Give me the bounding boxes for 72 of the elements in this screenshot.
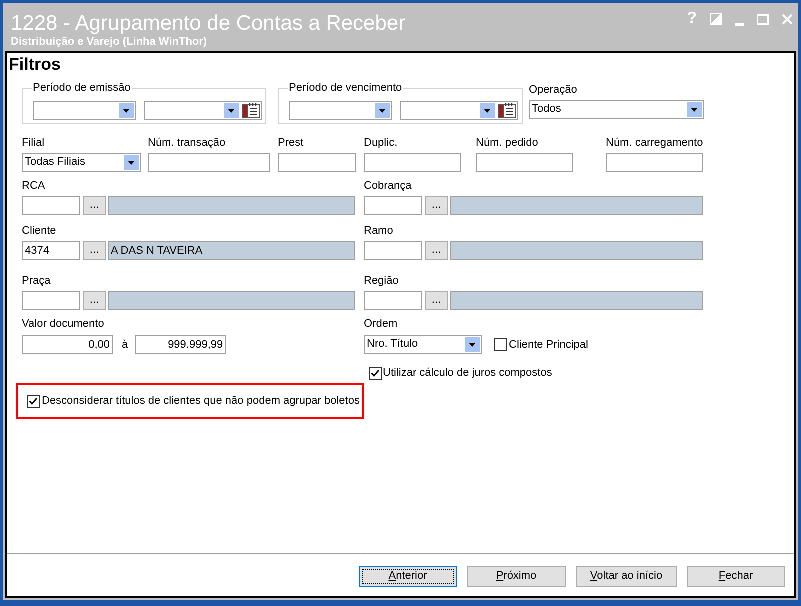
lookup-button[interactable]: ... — [425, 291, 448, 310]
calendar-icon[interactable] — [242, 103, 260, 118]
minimize-icon[interactable] — [735, 22, 744, 26]
lookup-button[interactable]: ... — [83, 291, 106, 310]
field-label: Cliente — [22, 224, 58, 238]
text-field[interactable] — [22, 196, 80, 215]
section-title: Filtros — [9, 55, 61, 75]
field-label: Ramo — [364, 224, 394, 238]
field-label: RCA — [22, 179, 46, 193]
checkbox[interactable] — [369, 366, 382, 380]
description-field[interactable] — [108, 196, 355, 215]
field-label: Região — [364, 274, 400, 288]
range-separator: à — [122, 338, 128, 352]
calendar-icon[interactable] — [498, 103, 516, 118]
close-button[interactable]: Fechar — [687, 566, 785, 587]
text-field[interactable] — [22, 291, 80, 310]
field-label: Prest — [278, 136, 305, 150]
description-field[interactable] — [450, 241, 703, 260]
lookup-button[interactable]: ... — [425, 196, 448, 215]
caret-icon[interactable] — [687, 102, 702, 117]
text-field[interactable]: 999.999,99 — [135, 335, 226, 354]
lookup-button[interactable]: ... — [83, 241, 106, 260]
checkbox[interactable] — [27, 394, 40, 408]
dropdown[interactable]: Todas Filiais — [22, 153, 141, 172]
text-field[interactable] — [148, 153, 270, 172]
checkbox[interactable] — [494, 338, 507, 351]
restart-button[interactable]: Voltar ao início — [576, 566, 677, 587]
window-title: 1228 - Agrupamento de Contas a Receber — [11, 12, 406, 36]
description-field[interactable] — [450, 196, 703, 215]
field-label: Duplic. — [364, 136, 399, 150]
dropdown[interactable]: Nro. Título — [364, 335, 482, 354]
text-field[interactable] — [364, 291, 422, 310]
field-label: Núm. transação — [148, 136, 227, 150]
caret-icon[interactable] — [224, 103, 239, 118]
caret-icon[interactable] — [480, 103, 495, 118]
field-label: Cobrança — [364, 179, 413, 193]
lookup-button[interactable]: ... — [83, 196, 106, 215]
description-field[interactable]: A DAS N TAVEIRA — [108, 241, 355, 260]
close-icon[interactable] — [782, 14, 793, 24]
text-field[interactable] — [364, 241, 422, 260]
dropdown[interactable]: Todos — [529, 100, 704, 119]
text-field[interactable] — [606, 153, 703, 172]
maximize-icon[interactable] — [757, 14, 769, 24]
field-label: Núm. carregamento — [606, 136, 704, 150]
description-field[interactable] — [108, 291, 355, 310]
text-field[interactable]: 0,00 — [22, 335, 113, 354]
checkbox-label[interactable]: Cliente Principal — [509, 338, 588, 352]
text-field[interactable] — [364, 196, 422, 215]
caret-icon[interactable] — [465, 337, 480, 352]
window-subtitle: Distribuição e Varejo (Linha WinThor) — [11, 36, 208, 49]
field-label: Filial — [22, 136, 46, 150]
dropdown[interactable] — [144, 101, 262, 120]
field-label: Praça — [22, 274, 52, 288]
text-field[interactable] — [278, 153, 356, 172]
checkbox-label[interactable]: Utilizar cálculo de juros compostos — [383, 366, 552, 380]
field-label: Operação — [529, 83, 578, 97]
next-button[interactable]: Próximo — [467, 566, 566, 587]
text-field[interactable] — [476, 153, 573, 172]
text-field[interactable] — [364, 153, 461, 172]
checkbox-label[interactable]: Desconsiderar títulos de clientes que não podem agrupar boletos — [42, 394, 360, 408]
dropdown[interactable] — [400, 101, 518, 120]
caret-icon[interactable] — [375, 103, 390, 118]
caret-icon[interactable] — [124, 155, 139, 170]
text-field[interactable]: 4374 — [22, 241, 80, 260]
field-label: Núm. pedido — [476, 136, 540, 150]
lookup-button[interactable]: ... — [425, 241, 448, 260]
caret-icon[interactable] — [119, 103, 134, 118]
field-label: Ordem — [364, 317, 399, 331]
contrast-icon[interactable] — [710, 13, 722, 25]
description-field[interactable] — [450, 291, 703, 310]
previous-button[interactable]: Anterior — [359, 566, 457, 587]
field-label: Valor documento — [22, 317, 106, 331]
